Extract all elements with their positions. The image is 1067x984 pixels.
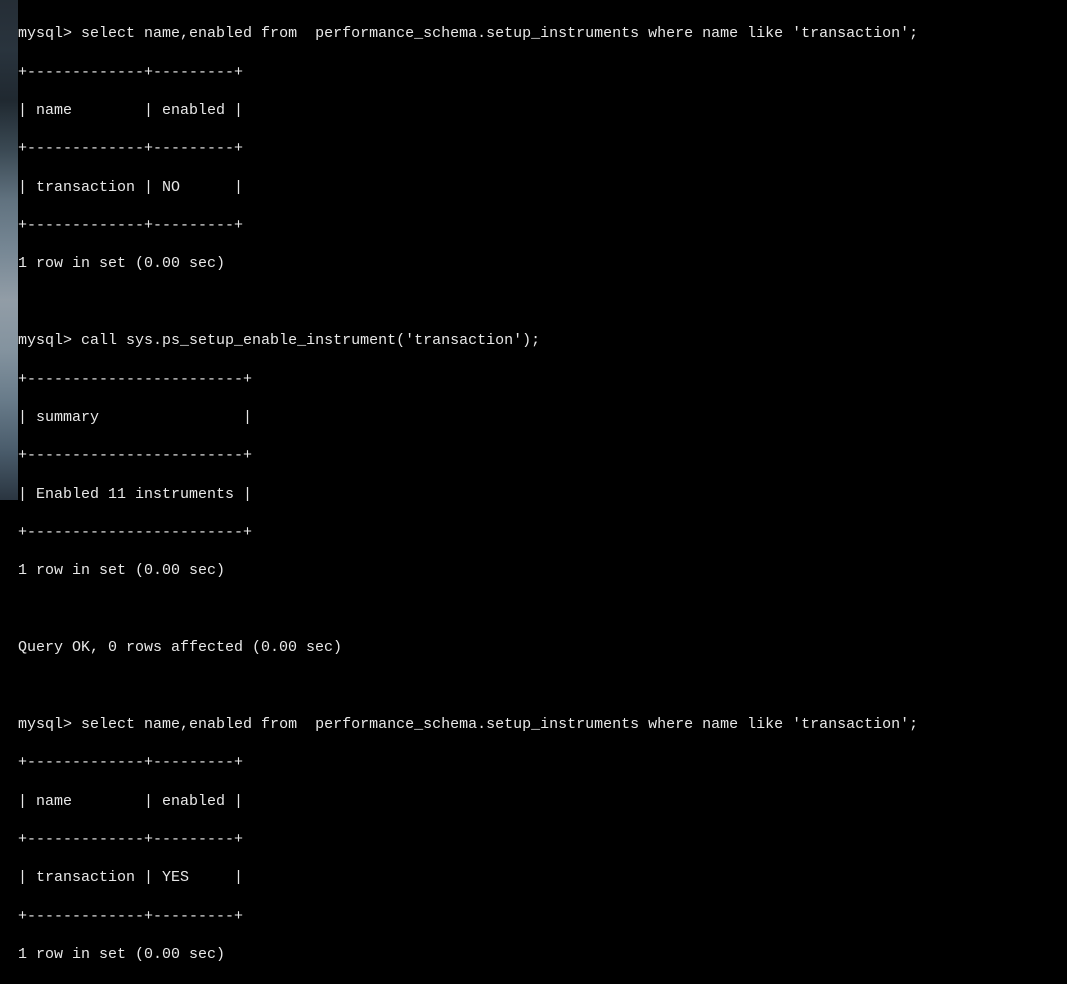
status-line: 1 row in set (0.00 sec) xyxy=(18,561,1067,580)
table-border: +------------------------+ xyxy=(18,370,1067,389)
status-line: 1 row in set (0.00 sec) xyxy=(18,254,1067,273)
sql-command: call sys.ps_setup_enable_instrument('tra… xyxy=(81,332,540,349)
prompt-line[interactable]: mysql> select name,enabled from performa… xyxy=(18,715,1067,734)
table-header-row: | name | enabled | xyxy=(18,101,1067,120)
table-data-row: | transaction | YES | xyxy=(18,868,1067,887)
table-border: +-------------+---------+ xyxy=(18,907,1067,926)
table-border: +-------------+---------+ xyxy=(18,753,1067,772)
table-data-row: | Enabled 11 instruments | xyxy=(18,485,1067,504)
prompt: mysql> xyxy=(18,716,72,733)
table-data-row: | transaction | NO | xyxy=(18,178,1067,197)
blank-line xyxy=(18,293,1067,312)
prompt: mysql> xyxy=(18,25,72,42)
blank-line xyxy=(18,600,1067,619)
prompt: mysql> xyxy=(18,332,72,349)
prompt-line[interactable]: mysql> call sys.ps_setup_enable_instrume… xyxy=(18,331,1067,350)
table-border: +-------------+---------+ xyxy=(18,830,1067,849)
status-line: Query OK, 0 rows affected (0.00 sec) xyxy=(18,638,1067,657)
table-border: +-------------+---------+ xyxy=(18,139,1067,158)
status-line: 1 row in set (0.00 sec) xyxy=(18,945,1067,964)
table-border: +-------------+---------+ xyxy=(18,63,1067,82)
table-border: +-------------+---------+ xyxy=(18,216,1067,235)
table-header-row: | summary | xyxy=(18,408,1067,427)
terminal-output[interactable]: mysql> select name,enabled from performa… xyxy=(18,5,1067,984)
sql-command: select name,enabled from performance_sch… xyxy=(81,716,918,733)
table-border: +------------------------+ xyxy=(18,523,1067,542)
sql-command: select name,enabled from performance_sch… xyxy=(81,25,918,42)
table-border: +------------------------+ xyxy=(18,446,1067,465)
desktop-edge xyxy=(0,0,18,500)
prompt-line[interactable]: mysql> select name,enabled from performa… xyxy=(18,24,1067,43)
table-header-row: | name | enabled | xyxy=(18,792,1067,811)
blank-line xyxy=(18,677,1067,696)
